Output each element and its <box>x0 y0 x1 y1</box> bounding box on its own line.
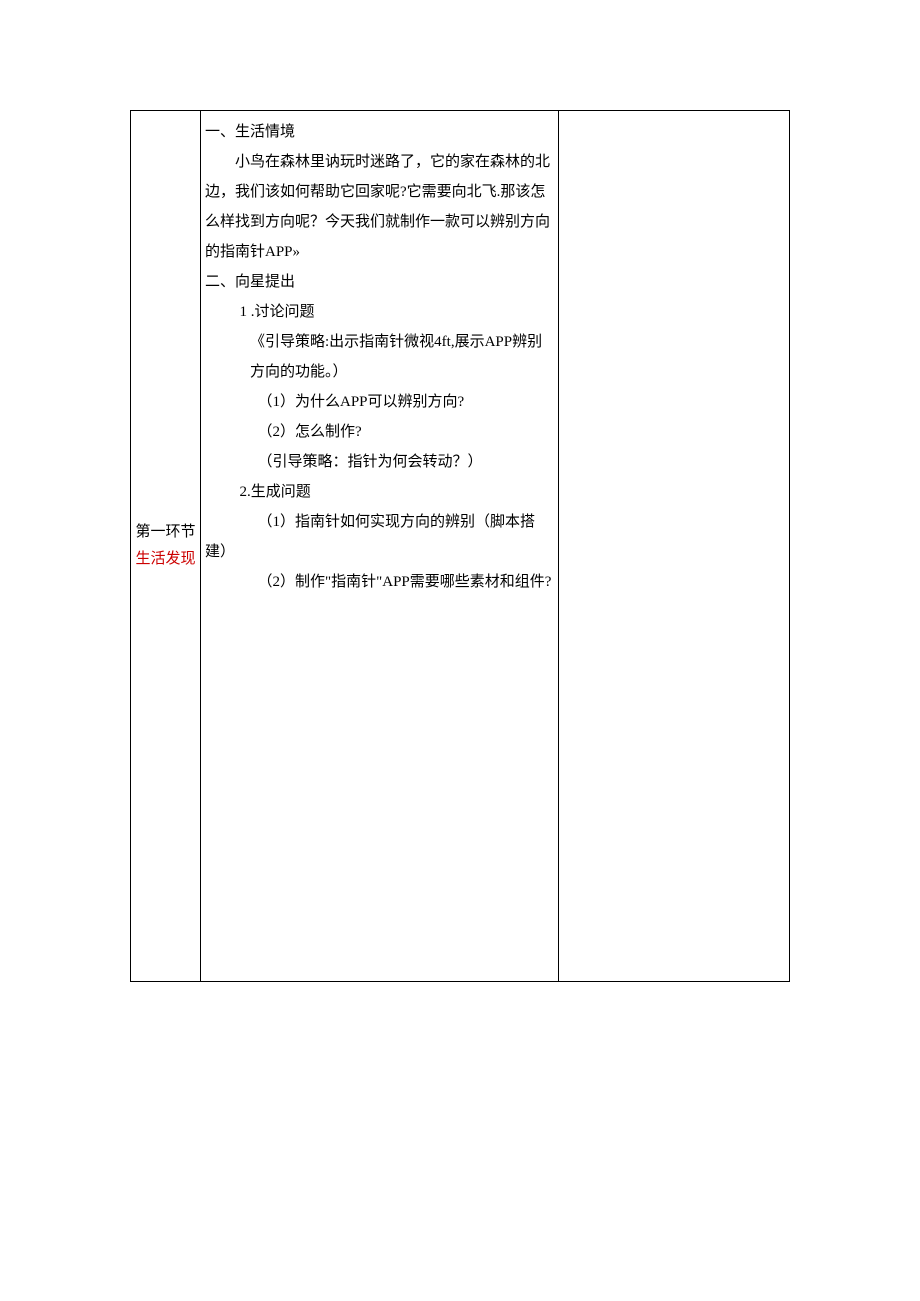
question-1-1: （1）为什么APP可以辨别方向? <box>205 387 554 417</box>
empty-space <box>205 597 554 975</box>
content-column: 一、生活情境 小鸟在森林里讷玩时迷路了，它的家在森林的北边，我们该如何帮助它回家… <box>201 111 559 981</box>
subheading-1: 1 .讨论问题 <box>205 297 554 327</box>
subheading-2: 2.生成问题 <box>205 477 554 507</box>
question-2-1: （1）指南针如何实现方向的辨别（脚本搭建） <box>205 507 554 567</box>
lesson-table: 第一环节 生活发现 一、生活情境 小鸟在森林里讷玩时迷路了，它的家在森林的北边，… <box>130 110 790 982</box>
question-1-2: （2）怎么制作? <box>205 417 554 447</box>
paragraph-scenario: 小鸟在森林里讷玩时迷路了，它的家在森林的北边，我们该如何帮助它回家呢?它需要向北… <box>205 147 554 267</box>
heading-2: 二、向星提出 <box>205 267 554 297</box>
notes-column <box>559 111 789 981</box>
guidance-strategy-2: （引导策略：指针为何会转动？） <box>205 447 554 477</box>
stage-label-2: 生活发现 <box>135 546 195 573</box>
stage-label-1: 第一环节 <box>135 519 195 546</box>
stage-column: 第一环节 生活发现 <box>131 111 201 981</box>
question-2-2: （2）制作"指南针"APP需要哪些素材和组件? <box>205 567 554 597</box>
heading-1: 一、生活情境 <box>205 117 554 147</box>
guidance-strategy-1: 《引导策略:出示指南针微视4ft,展示APP辨别方向的功能。） <box>205 327 554 387</box>
